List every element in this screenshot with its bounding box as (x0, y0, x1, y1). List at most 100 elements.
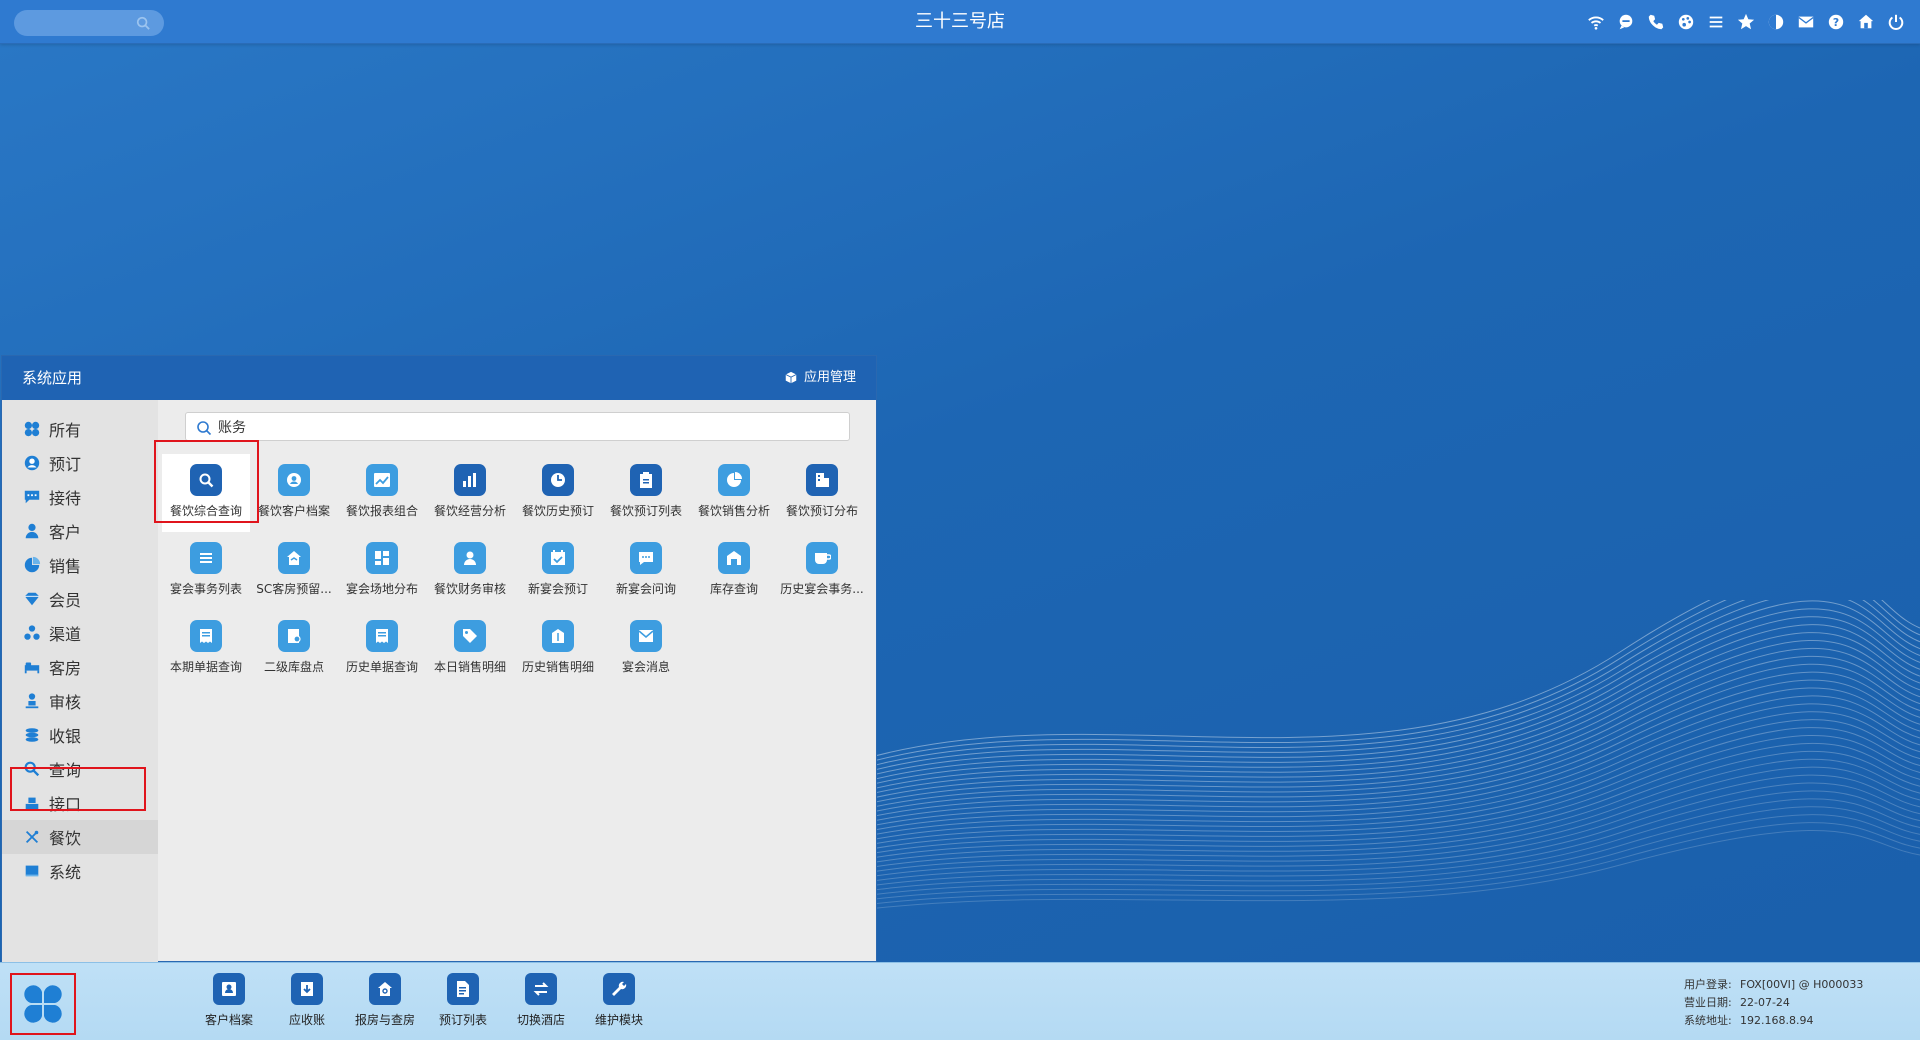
taskbar-shortcut[interactable]: 客户档案 (190, 973, 268, 1028)
app-label: 历史单据查询 (345, 660, 418, 674)
sidebar-item-label: 餐饮 (49, 829, 82, 848)
switch-icon (525, 973, 557, 1005)
app-label: 餐饮综合查询 (169, 504, 242, 518)
mail-icon (630, 620, 662, 652)
sidebar-item-10[interactable]: 查询 (2, 752, 158, 786)
taskbar-shortcut[interactable]: 应收账 (268, 973, 346, 1028)
system-info-value: 22-07-24 (1740, 996, 1790, 1009)
app-label: 历史宴会事务... (780, 582, 864, 596)
app-label: 餐饮财务审核 (433, 582, 506, 596)
app-tile[interactable]: 本期单据查询 (162, 610, 250, 688)
app-tile[interactable]: 库存查询 (690, 532, 778, 610)
app-tile[interactable]: 历史单据查询 (338, 610, 426, 688)
coins-icon (25, 728, 39, 742)
app-tile[interactable]: 新宴会预订 (514, 532, 602, 610)
app-manage-button[interactable]: 应用管理 (784, 356, 856, 400)
app-search-input[interactable] (218, 413, 818, 440)
pie-icon (24, 556, 41, 573)
app-tile[interactable]: 宴会场地分布 (338, 532, 426, 610)
sidebar-item-2[interactable]: 接待 (2, 480, 158, 514)
app-label: 新宴会问询 (615, 582, 676, 596)
sidebar-item-label: 接待 (49, 489, 82, 508)
app-label: 新宴会预订 (527, 582, 588, 596)
taskbar-shortcut[interactable]: 预订列表 (424, 973, 502, 1028)
sidebar-item-7[interactable]: 客房 (2, 650, 158, 684)
palette-icon[interactable] (1676, 12, 1696, 32)
sidebar-item-13[interactable]: 系统 (2, 854, 158, 888)
app-label: 餐饮预订列表 (609, 504, 682, 518)
app-tile[interactable]: 餐饮财务审核 (426, 532, 514, 610)
sidebar-item-11[interactable]: 接口 (2, 786, 158, 820)
sidebar-item-label: 渠道 (49, 625, 82, 644)
sidebar-item-5[interactable]: 会员 (2, 582, 158, 616)
top-bar: 三十三号店 ? (0, 0, 1920, 44)
start-button[interactable] (10, 973, 76, 1035)
wrench-icon (603, 973, 635, 1005)
app-tile[interactable]: 历史宴会事务... (778, 532, 866, 610)
menu-lines-icon[interactable] (1706, 12, 1726, 32)
sidebar-item-label: 销售 (49, 557, 82, 576)
app-tile[interactable]: 本日销售明细 (426, 610, 514, 688)
app-tile[interactable]: 餐饮历史预订 (514, 454, 602, 532)
sidebar-item-label: 收银 (49, 727, 82, 746)
contrast-icon[interactable] (1766, 12, 1786, 32)
taskbar-shortcut-label: 报房与查房 (354, 1013, 415, 1027)
sidebar-item-12[interactable]: 餐饮 (2, 820, 158, 854)
phone-icon[interactable] (1646, 12, 1666, 32)
app-tile[interactable]: 新宴会问询 (602, 532, 690, 610)
system-apps-panel: 系统应用 应用管理 所有预订接待客户销售会员渠道客房审核收银查询接口餐饮系统 餐… (1, 355, 877, 962)
sidebar-item-label: 会员 (49, 591, 82, 610)
system-info: 用户登录: FOX[00VI] @ H000033 营业日期: 22-07-24 系统地… (1684, 976, 1863, 1030)
home-icon[interactable] (1856, 12, 1876, 32)
system-info-row: 营业日期: 22-07-24 (1684, 994, 1863, 1012)
sidebar-item-1[interactable]: 预订 (2, 446, 158, 480)
app-label: 餐饮报表组合 (345, 504, 418, 518)
house-search-icon (369, 973, 401, 1005)
search-icon (136, 16, 150, 30)
app-tile[interactable]: 餐饮综合查询 (162, 454, 250, 532)
taskbar-shortcuts: 客户档案 应收账 报房与查房 预订列表 切换酒店 维护模块 (190, 973, 658, 1028)
sidebar-item-6[interactable]: 渠道 (2, 616, 158, 650)
app-tile[interactable]: 二级库盘点 (250, 610, 338, 688)
receipt-icon (190, 620, 222, 652)
label-icon (542, 620, 574, 652)
sidebar-item-8[interactable]: 审核 (2, 684, 158, 718)
app-tile[interactable]: 餐饮销售分析 (690, 454, 778, 532)
taskbar-shortcut[interactable]: 切换酒店 (502, 973, 580, 1028)
app-tile[interactable]: 宴会消息 (602, 610, 690, 688)
sidebar-item-9[interactable]: 收银 (2, 718, 158, 752)
taskbar-shortcut[interactable]: 维护模块 (580, 973, 658, 1028)
app-label: 本期单据查询 (169, 660, 242, 674)
power-icon[interactable] (1886, 12, 1906, 32)
app-tile[interactable]: 餐饮经营分析 (426, 454, 514, 532)
app-label: 历史销售明细 (521, 660, 594, 674)
taskbar-shortcut[interactable]: 报房与查房 (346, 973, 424, 1028)
channel-icon (24, 625, 40, 640)
app-tile[interactable]: SC客房预留... (250, 532, 338, 610)
account-circle-icon (24, 455, 40, 471)
sidebar-item-label: 查询 (49, 761, 82, 780)
system-info-row: 系统地址: 192.168.8.94 (1684, 1012, 1863, 1030)
user-check-icon (454, 542, 486, 574)
desktop-wave-decoration (860, 600, 1920, 911)
sidebar-item-3[interactable]: 客户 (2, 514, 158, 548)
app-tile[interactable]: 餐饮报表组合 (338, 454, 426, 532)
app-tile[interactable]: 宴会事务列表 (162, 532, 250, 610)
system-info-value: FOX[00VI] @ H000033 (1740, 978, 1864, 991)
sidebar-item-0[interactable]: 所有 (2, 412, 158, 446)
top-search-field[interactable] (14, 10, 164, 36)
help-icon[interactable]: ? (1826, 12, 1846, 32)
sidebar-item-4[interactable]: 销售 (2, 548, 158, 582)
app-tile[interactable]: 餐饮预订列表 (602, 454, 690, 532)
mail-icon[interactable] (1796, 12, 1816, 32)
system-info-key: 用户登录: (1684, 978, 1732, 991)
app-tile[interactable]: 历史销售明细 (514, 610, 602, 688)
chat-icon[interactable] (1616, 12, 1636, 32)
taskbar-shortcut-label: 维护模块 (594, 1013, 643, 1027)
system-info-key: 系统地址: (1684, 1014, 1732, 1027)
app-tile[interactable]: 餐饮客户档案 (250, 454, 338, 532)
wifi-icon[interactable] (1586, 12, 1606, 32)
app-tile[interactable]: 餐饮预订分布 (778, 454, 866, 532)
list-icon (190, 542, 222, 574)
star-icon[interactable] (1736, 12, 1756, 32)
